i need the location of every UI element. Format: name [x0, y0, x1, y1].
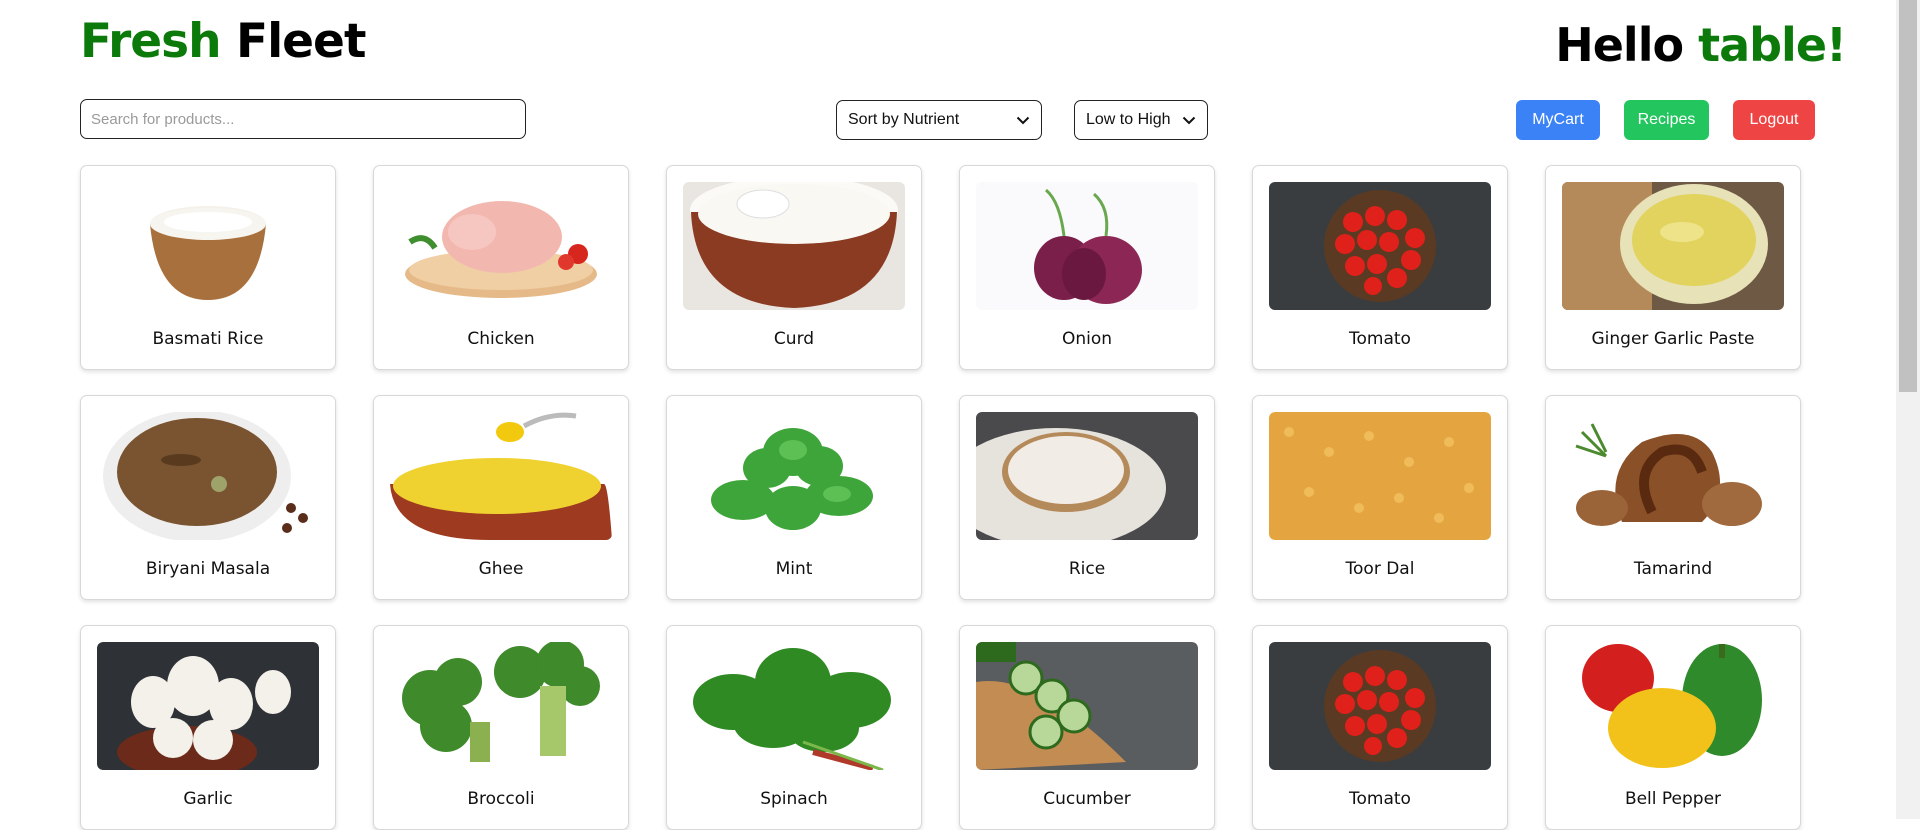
product-card[interactable]: Cucumber: [959, 625, 1215, 830]
product-name: Biryani Masala: [145, 559, 271, 579]
product-card[interactable]: Spinach: [666, 625, 922, 830]
product-card[interactable]: Tamarind: [1545, 395, 1801, 600]
mint-image: [683, 412, 905, 540]
product-name: Chicken: [467, 329, 535, 349]
product-name: Tamarind: [1633, 559, 1713, 579]
biryani-masala-image: [97, 412, 319, 540]
product-name: Curd: [773, 329, 815, 349]
product-card[interactable]: Broccoli: [373, 625, 629, 830]
ghee-image: [390, 412, 612, 540]
basmati-rice-image: [97, 182, 319, 310]
garlic-image: [97, 642, 319, 770]
logout-button[interactable]: Logout: [1733, 100, 1815, 140]
product-name: Tomato: [1349, 329, 1411, 349]
chevron-down-icon: [1016, 116, 1030, 124]
sort-select-value: Sort by Nutrient: [848, 111, 960, 128]
product-name: Cucumber: [1043, 789, 1131, 809]
toor-dal-image: [1269, 412, 1491, 540]
ginger-garlic-paste-image: [1562, 182, 1784, 310]
product-name: Onion: [1061, 329, 1113, 349]
sort-order-select[interactable]: Low to High: [1074, 100, 1208, 140]
search-input[interactable]: [80, 99, 526, 139]
chevron-down-icon: [1182, 116, 1196, 124]
product-card[interactable]: Rice: [959, 395, 1215, 600]
scrollbar[interactable]: [1896, 0, 1920, 819]
brand-logo: Fresh Fleet: [80, 14, 366, 69]
product-name: Basmati Rice: [152, 329, 264, 349]
broccoli-image: [390, 642, 612, 770]
product-card[interactable]: Onion: [959, 165, 1215, 370]
user-greeting: Hello table!: [1555, 18, 1847, 72]
cucumber-image: [976, 642, 1198, 770]
product-name: Spinach: [760, 789, 828, 809]
rice-image: [976, 412, 1198, 540]
product-card[interactable]: Bell Pepper: [1545, 625, 1801, 830]
product-card[interactable]: Garlic: [80, 625, 336, 830]
product-card[interactable]: Ginger Garlic Paste: [1545, 165, 1801, 370]
tomato-image: [1269, 182, 1491, 310]
product-card[interactable]: Ghee: [373, 395, 629, 600]
product-grid: Basmati Rice Chicken Curd Onion Tomato Ginger…: [80, 165, 1801, 830]
product-name: Tomato: [1349, 789, 1411, 809]
product-card[interactable]: Biryani Masala: [80, 395, 336, 600]
brand-word-fleet: Fleet: [235, 14, 366, 69]
recipes-button[interactable]: Recipes: [1624, 100, 1709, 140]
product-name: Rice: [1068, 559, 1106, 579]
greeting-username: table!: [1698, 18, 1847, 72]
mycart-button[interactable]: MyCart: [1516, 100, 1600, 140]
order-select-value: Low to High: [1086, 111, 1171, 128]
spinach-image: [683, 642, 905, 770]
tamarind-image: [1562, 412, 1784, 540]
product-name: Mint: [775, 559, 813, 579]
onion-image: [976, 182, 1198, 310]
product-card[interactable]: Chicken: [373, 165, 629, 370]
greeting-hello: Hello: [1555, 18, 1684, 72]
product-name: Bell Pepper: [1624, 789, 1722, 809]
bell-pepper-image: [1562, 642, 1784, 770]
tomato-image: [1269, 642, 1491, 770]
product-name: Toor Dal: [1345, 559, 1415, 579]
scrollbar-thumb[interactable]: [1899, 0, 1917, 392]
product-card[interactable]: Tomato: [1252, 625, 1508, 830]
product-card[interactable]: Tomato: [1252, 165, 1508, 370]
chicken-image: [390, 182, 612, 310]
sort-by-nutrient-select[interactable]: Sort by Nutrient: [836, 100, 1042, 140]
product-name: Ginger Garlic Paste: [1591, 329, 1755, 349]
brand-word-fresh: Fresh: [80, 14, 222, 69]
product-name: Broccoli: [467, 789, 535, 809]
curd-image: [683, 182, 905, 310]
product-name: Garlic: [183, 789, 233, 809]
product-card[interactable]: Basmati Rice: [80, 165, 336, 370]
product-name: Ghee: [478, 559, 524, 579]
product-card[interactable]: Mint: [666, 395, 922, 600]
product-card[interactable]: Toor Dal: [1252, 395, 1508, 600]
product-card[interactable]: Curd: [666, 165, 922, 370]
